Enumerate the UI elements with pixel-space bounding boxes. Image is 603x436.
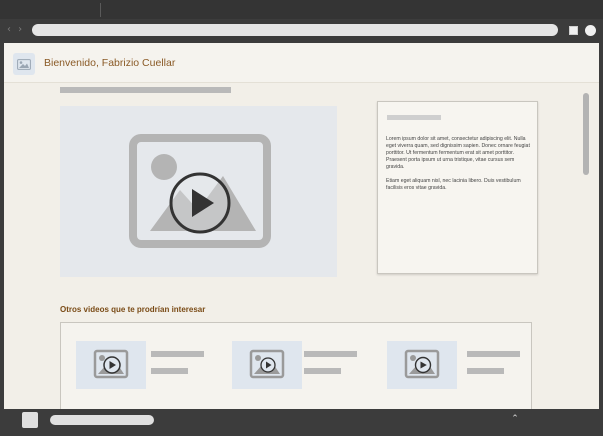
play-icon[interactable] bbox=[60, 106, 337, 277]
related-videos-title: Otros videos que te prodrían interesar bbox=[60, 305, 206, 314]
related-video-thumbnail[interactable] bbox=[387, 341, 457, 389]
description-text: Lorem ipsum dolor sit amet, consectetur … bbox=[386, 136, 534, 199]
related-video-thumbnail[interactable] bbox=[232, 341, 302, 389]
play-icon bbox=[404, 349, 440, 379]
profile-circle-icon[interactable] bbox=[585, 25, 596, 36]
url-bar[interactable] bbox=[32, 24, 558, 36]
description-paragraph-1: Lorem ipsum dolor sit amet, consectetur … bbox=[386, 136, 530, 170]
welcome-title: Bienvenido, Fabrizio Cuellar bbox=[44, 57, 176, 69]
related-video-thumbnail[interactable] bbox=[76, 341, 146, 389]
related-video-title-placeholder bbox=[151, 351, 204, 357]
image-icon bbox=[17, 58, 31, 70]
bottom-square-icon[interactable] bbox=[22, 412, 38, 428]
avatar[interactable] bbox=[13, 53, 35, 75]
description-title-placeholder bbox=[387, 115, 441, 120]
related-videos-list bbox=[60, 322, 532, 409]
description-paragraph-2: Etiam eget aliquam nisl, nec lacinia lib… bbox=[386, 178, 521, 191]
window-square-icon[interactable] bbox=[569, 26, 578, 35]
video-title-placeholder bbox=[60, 87, 231, 93]
play-icon bbox=[93, 349, 129, 379]
main-video-player[interactable] bbox=[60, 106, 337, 277]
description-card: Lorem ipsum dolor sit amet, consectetur … bbox=[377, 101, 538, 274]
related-video-subtitle-placeholder bbox=[151, 368, 188, 374]
play-icon bbox=[249, 349, 285, 379]
tab-bar bbox=[0, 0, 603, 19]
related-video-title-placeholder bbox=[304, 351, 357, 357]
chevron-up-icon[interactable]: ⌃ bbox=[508, 414, 522, 424]
bottom-pill-bar[interactable] bbox=[50, 415, 154, 425]
page-viewport: Bienvenido, Fabrizio Cuellar Lorem ipsum… bbox=[4, 43, 599, 409]
page-header: Bienvenido, Fabrizio Cuellar bbox=[4, 43, 599, 83]
related-video-subtitle-placeholder bbox=[467, 368, 504, 374]
tab-divider bbox=[100, 3, 101, 17]
scrollbar-thumb[interactable] bbox=[583, 93, 589, 175]
nav-arrows-icon[interactable]: ‹ › bbox=[7, 24, 29, 36]
related-video-subtitle-placeholder bbox=[304, 368, 341, 374]
related-video-title-placeholder bbox=[467, 351, 520, 357]
